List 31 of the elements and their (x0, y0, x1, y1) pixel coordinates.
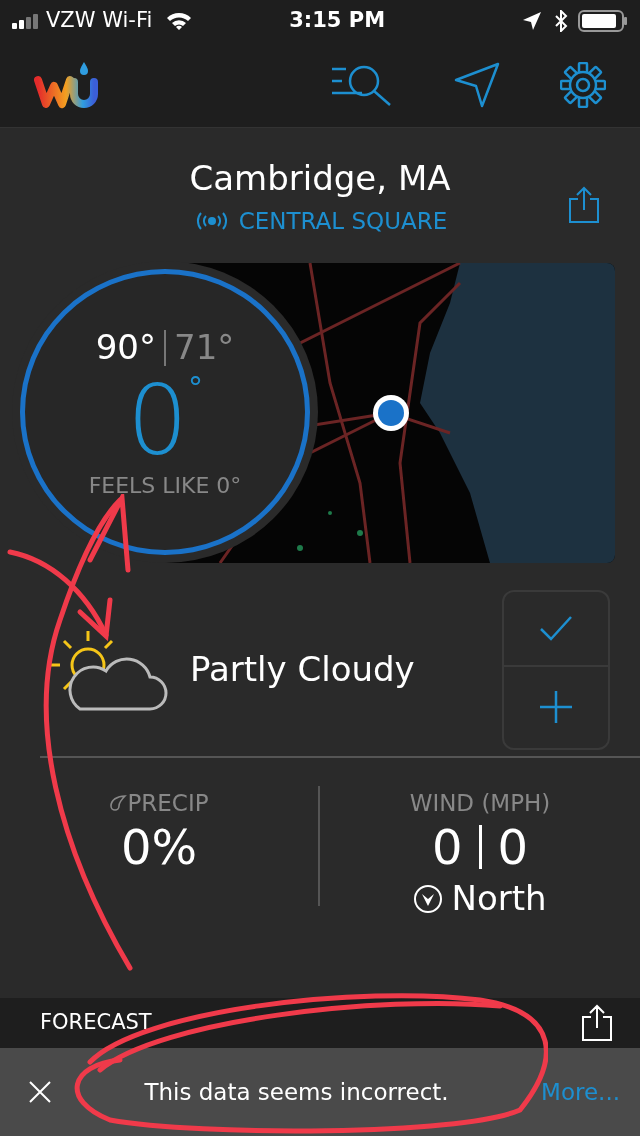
plus-icon (539, 690, 573, 724)
navigation-arrow-icon[interactable] (454, 61, 500, 108)
precip-value: 0% (120, 820, 198, 874)
station-link[interactable]: CENTRAL SQUARE (238, 203, 448, 239)
forecast-heading: FORECAST (40, 1009, 152, 1037)
battery-icon (578, 10, 628, 32)
checkmark-icon (539, 615, 573, 641)
location-arrow-icon (522, 11, 542, 31)
carrier-name: VZW Wi-Fi (46, 7, 153, 35)
close-icon (28, 1080, 52, 1105)
close-button[interactable] (28, 1079, 52, 1105)
wind-label: WIND (MPH) (409, 789, 551, 818)
status-time: 3:15 PM (288, 7, 387, 35)
wind-direction: North (451, 877, 547, 921)
wind-speed: 0 (431, 820, 463, 874)
wifi-icon (166, 11, 193, 31)
settings-icon[interactable] (560, 61, 606, 108)
toast-message: This data seems incorrect. (143, 1077, 450, 1107)
current-temperature: 0 (126, 373, 189, 469)
location-name: Cambridge, MA (189, 156, 451, 200)
feels-like-text: FEELS LIKE 0° (88, 472, 242, 500)
more-link[interactable]: More... (541, 1074, 620, 1110)
raindrop-icon (109, 794, 128, 813)
high-temperature: 90° (95, 326, 156, 369)
bluetooth-icon (554, 10, 568, 32)
low-temperature: 71° (174, 326, 235, 369)
wind-gust: 0 (497, 820, 529, 874)
precip-label: PRECIP (127, 789, 209, 818)
temperature-unit: ° (188, 373, 204, 403)
compass-icon (413, 883, 444, 914)
condition-text: Partly Cloudy (190, 648, 416, 691)
